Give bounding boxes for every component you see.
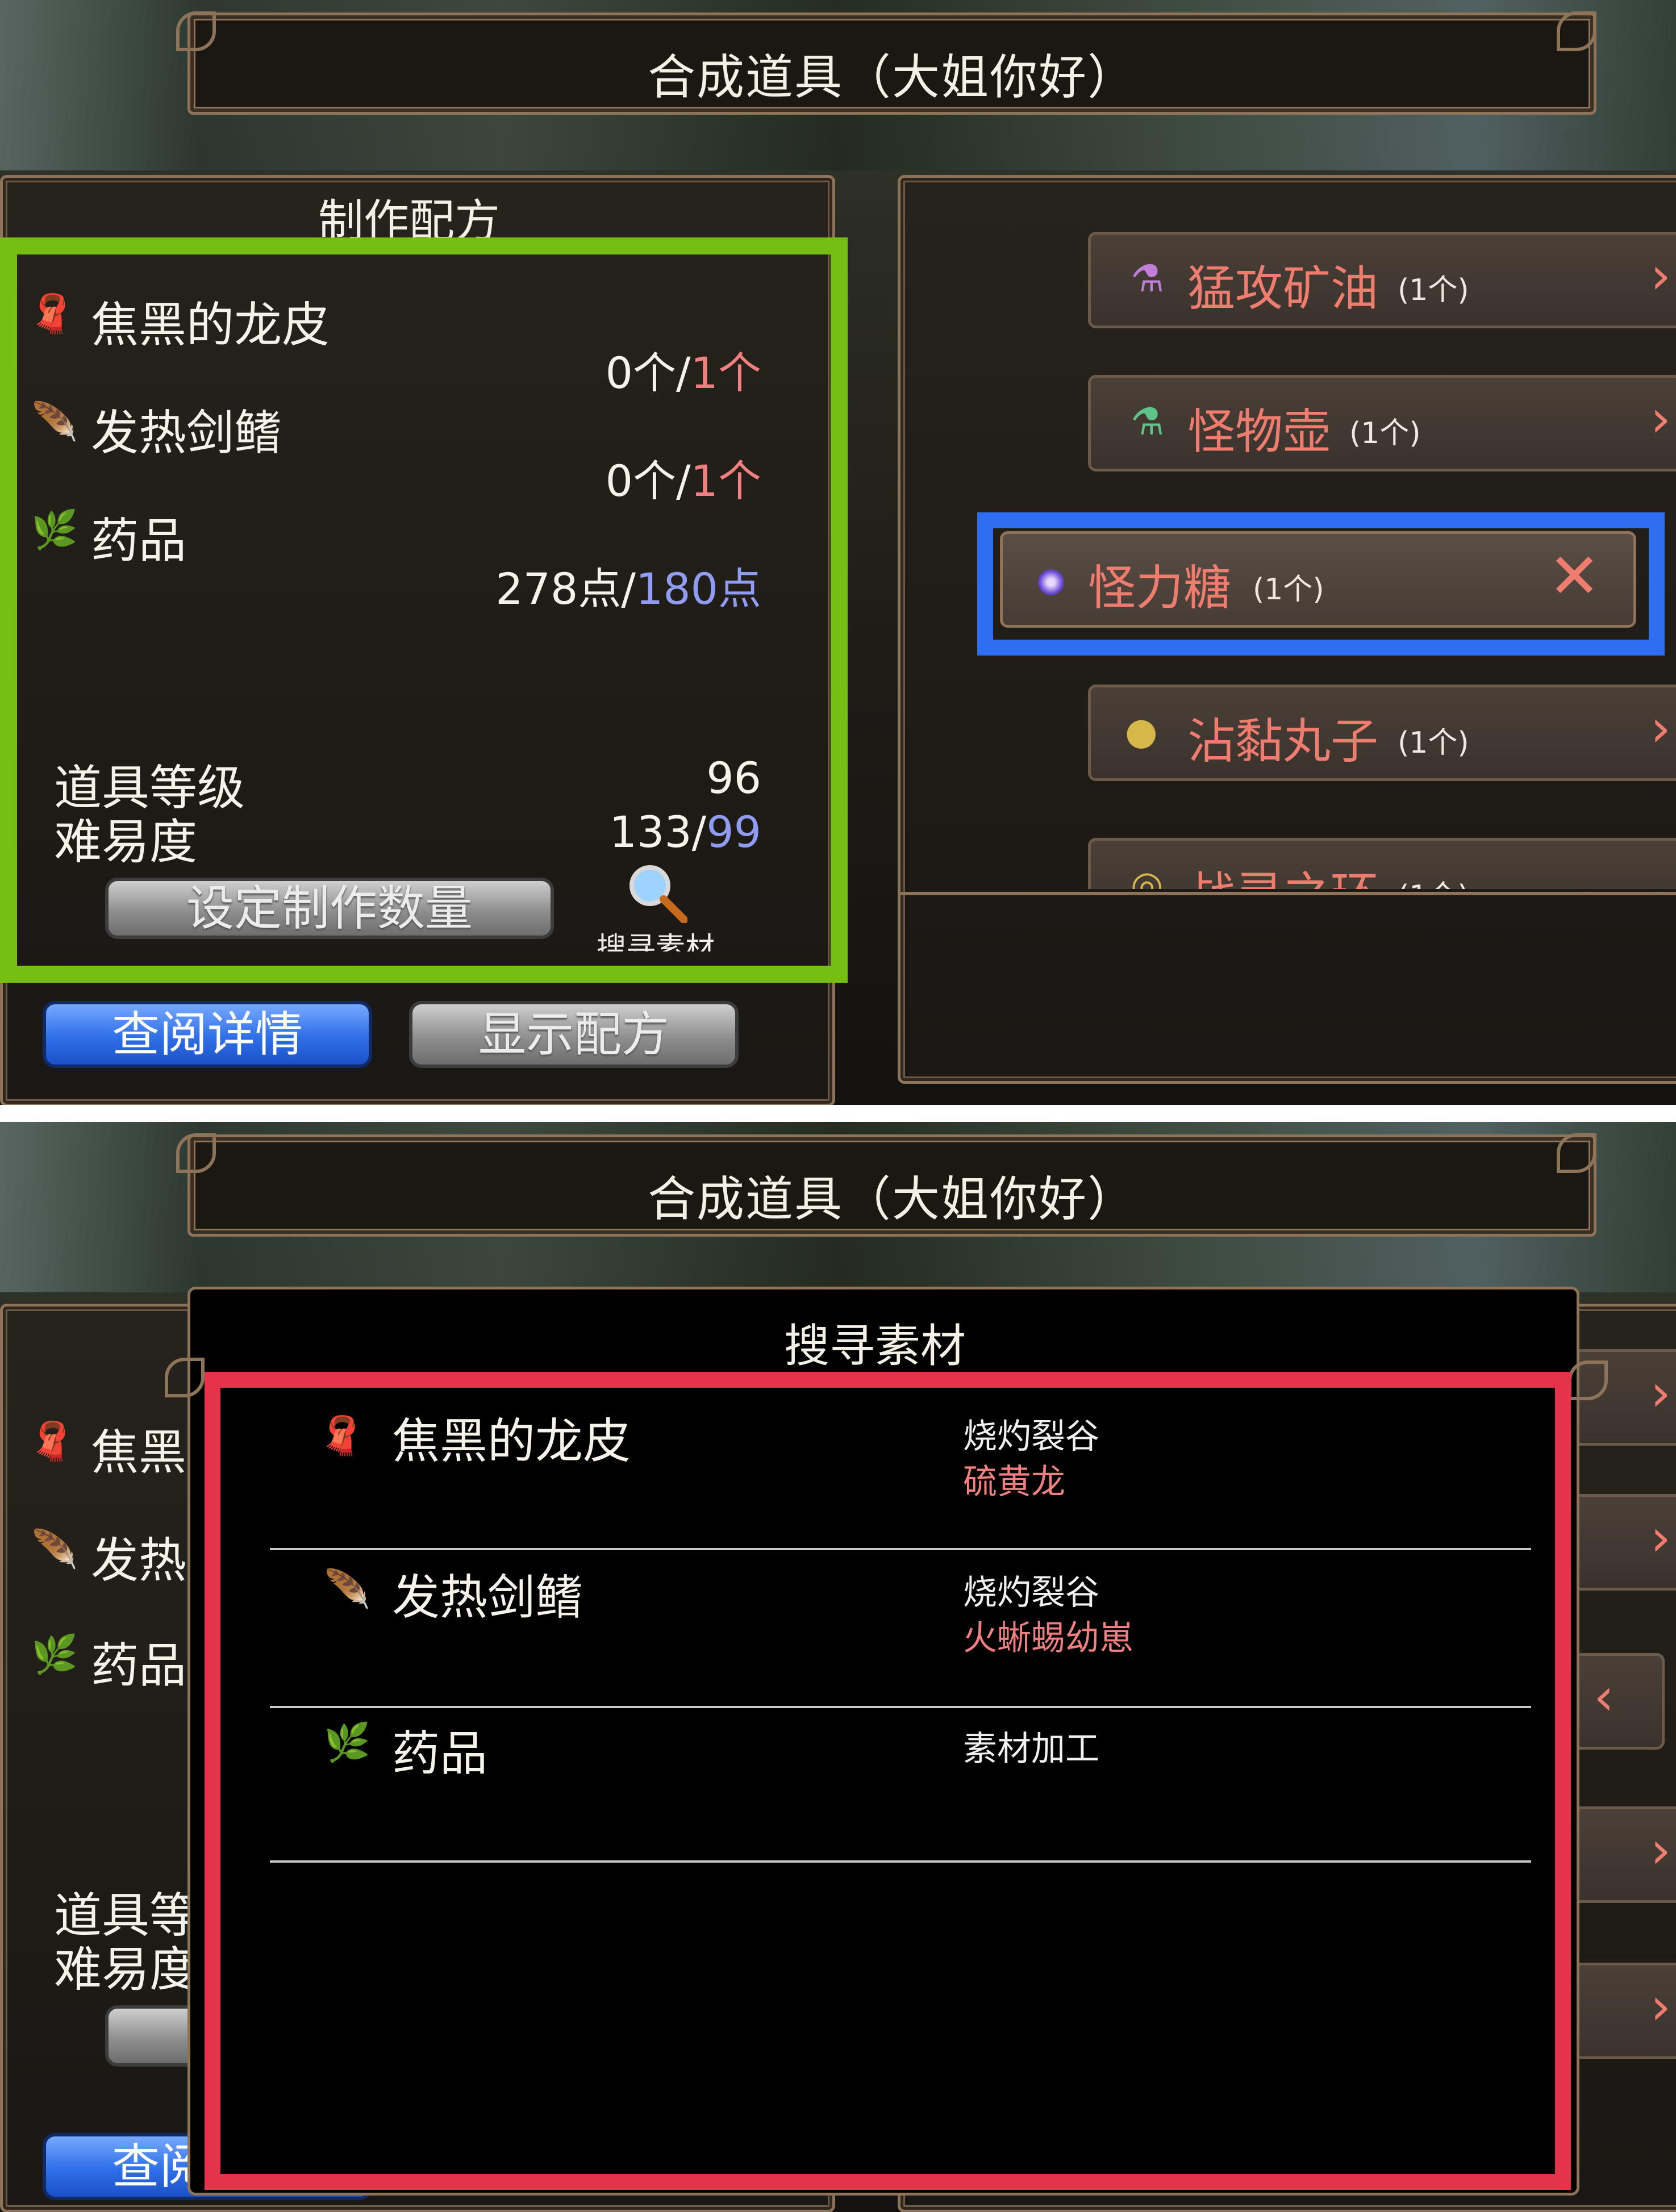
show-recipe-button[interactable]: 显示配方 — [409, 1001, 739, 1068]
potion-icon: ⚗ — [1131, 257, 1165, 301]
ring-icon: ◎ — [1131, 863, 1164, 890]
difficulty-label-partial: 难易度 — [54, 1942, 198, 1997]
search-materials-screen: 合成道具（大姐你好） 🧣 焦黑 🪶 发热 🌿 药品 道具等 难易度 查阅详情 ›… — [0, 1122, 1676, 2212]
title-bar: 合成道具（大姐你好） — [187, 12, 1596, 115]
ornament-icon — [1557, 1133, 1596, 1173]
title-bar: 合成道具（大姐你好） — [187, 1134, 1596, 1237]
chevron-right-icon: › — [1650, 699, 1671, 758]
recipe-item[interactable]: ⚗ 怪物壶 (1个) › — [1088, 375, 1676, 471]
recipe-qty: (1个) — [1349, 416, 1421, 450]
ornament-icon — [165, 1358, 205, 1397]
recipe-item[interactable]: ● 沾黏丸子 (1个) › — [1088, 685, 1676, 781]
material-name-partial: 发热 — [91, 1533, 187, 1588]
materials-highlight-box — [0, 237, 848, 983]
selected-recipe-highlight-box — [977, 512, 1665, 656]
chevron-right-icon: › — [1650, 246, 1671, 306]
dragon-skin-icon: 🧣 — [28, 1420, 76, 1463]
chevron-right-icon: › — [1650, 389, 1671, 449]
screenshot-divider — [0, 1105, 1676, 1122]
window-title: 合成道具（大姐你好） — [647, 49, 1136, 105]
dialog-title: 搜寻素材 — [784, 1320, 966, 1372]
view-details-button[interactable]: 查阅详情 — [43, 1001, 372, 1068]
recipe-qty: (1个) — [1398, 273, 1469, 307]
recipe-qty: (1个) — [1398, 726, 1469, 760]
search-results-highlight-box — [205, 1372, 1571, 2190]
recipe-item-clipped[interactable]: ◎ 战灵之环 (1个) — [1088, 838, 1676, 889]
recipe-name: 怪物壶 — [1187, 404, 1331, 460]
window-title: 合成道具（大姐你好） — [647, 1171, 1136, 1227]
recipe-name: 沾黏丸子 — [1187, 713, 1379, 769]
recipe-name: 猛攻矿油 — [1187, 261, 1379, 316]
herb-icon: 🌿 — [31, 1633, 78, 1676]
dumpling-icon: ● — [1125, 709, 1158, 753]
fin-icon: 🪶 — [31, 1527, 78, 1571]
ornament-icon — [1557, 11, 1596, 51]
potion-icon: ⚗ — [1131, 400, 1165, 444]
ornament-icon — [1568, 1360, 1608, 1400]
recipe-item[interactable]: ⚗ 猛攻矿油 (1个) › — [1088, 232, 1676, 328]
material-name-partial: 药品 — [91, 1638, 187, 1693]
list-divider — [898, 892, 1676, 895]
material-name-partial: 焦黑 — [91, 1425, 187, 1480]
recipe-name: 战灵之环 — [1187, 857, 1378, 889]
crafting-screen-top: 合成道具（大姐你好） 制作配方 🧣 焦黑的龙皮 0个/1个 🪶 发热剑鳍 0个/… — [0, 0, 1676, 1105]
ornament-icon — [176, 11, 216, 51]
ornament-icon — [176, 1133, 216, 1173]
recipe-qty: (1个) — [1398, 872, 1469, 889]
